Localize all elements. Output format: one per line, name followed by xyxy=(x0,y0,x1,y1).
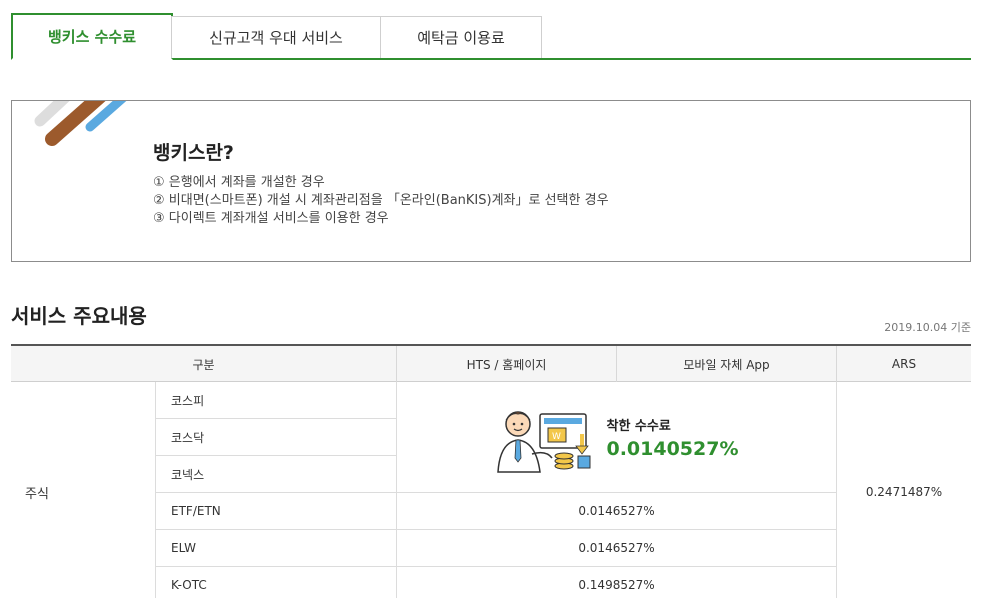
info-title: 뱅키스란? xyxy=(153,142,234,164)
subrow-elw: ELW xyxy=(155,530,396,567)
info-item: ② 비대면(스마트폰) 개설 시 계좌관리점을 「온라인(BanKIS)계좌」로… xyxy=(153,193,609,208)
header-mobile-app: 모바일 자체 App xyxy=(616,346,836,382)
value-elw: 0.0146527% xyxy=(396,530,836,567)
subrow-kosdaq: 코스닥 xyxy=(155,419,396,456)
header-ars: ARS xyxy=(836,346,971,382)
tab-deposit-fee[interactable]: 예탁금 이용료 xyxy=(380,16,542,58)
subrow-kospi: 코스피 xyxy=(155,382,396,419)
subrow-etf-etn: ETF/ETN xyxy=(155,493,396,530)
info-box: 뱅키스란? ① 은행에서 계좌를 개설한 경우 ② 비대면(스마트폰) 개설 시… xyxy=(11,100,971,262)
info-item: ① 은행에서 계좌를 개설한 경우 xyxy=(153,175,325,190)
header-category: 구분 xyxy=(192,357,215,372)
base-date: 2019.10.04 기준 xyxy=(884,321,971,334)
value-k-otc: 0.1498527% xyxy=(396,567,836,598)
section-title: 서비스 주요내용 xyxy=(11,304,147,328)
table-header: 구분 HTS / 홈페이지 모바일 자체 App ARS xyxy=(11,344,971,382)
promo-cell: W 착한 수수료 0.0140527% xyxy=(396,382,836,493)
info-list: ① 은행에서 계좌를 개설한 경우 ② 비대면(스마트폰) 개설 시 계좌관리점… xyxy=(153,174,609,228)
promo-rate: 0.0140527% xyxy=(606,437,739,460)
tab-bar: 뱅키스 수수료 신규고객 우대 서비스 예탁금 이용료 xyxy=(11,13,971,60)
svg-text:W: W xyxy=(552,432,561,442)
tab-bankis-fee[interactable]: 뱅키스 수수료 xyxy=(11,13,173,60)
subrow-konex: 코넥스 xyxy=(155,456,396,493)
header-hts: HTS / 홈페이지 xyxy=(396,346,616,382)
info-item: ③ 다이렉트 계좌개설 서비스를 이용한 경우 xyxy=(153,211,389,226)
value-etf-etn: 0.0146527% xyxy=(396,493,836,530)
category-stock: 주식 xyxy=(11,382,155,598)
tab-new-customer-service[interactable]: 신규고객 우대 서비스 xyxy=(171,16,381,58)
businessman-coins-icon: W xyxy=(497,411,591,473)
value-ars: 0.2471487% xyxy=(836,382,971,598)
promo-label: 착한 수수료 xyxy=(606,418,671,434)
decorative-stripes-icon xyxy=(34,101,127,146)
subrow-k-otc: K-OTC xyxy=(155,567,396,598)
